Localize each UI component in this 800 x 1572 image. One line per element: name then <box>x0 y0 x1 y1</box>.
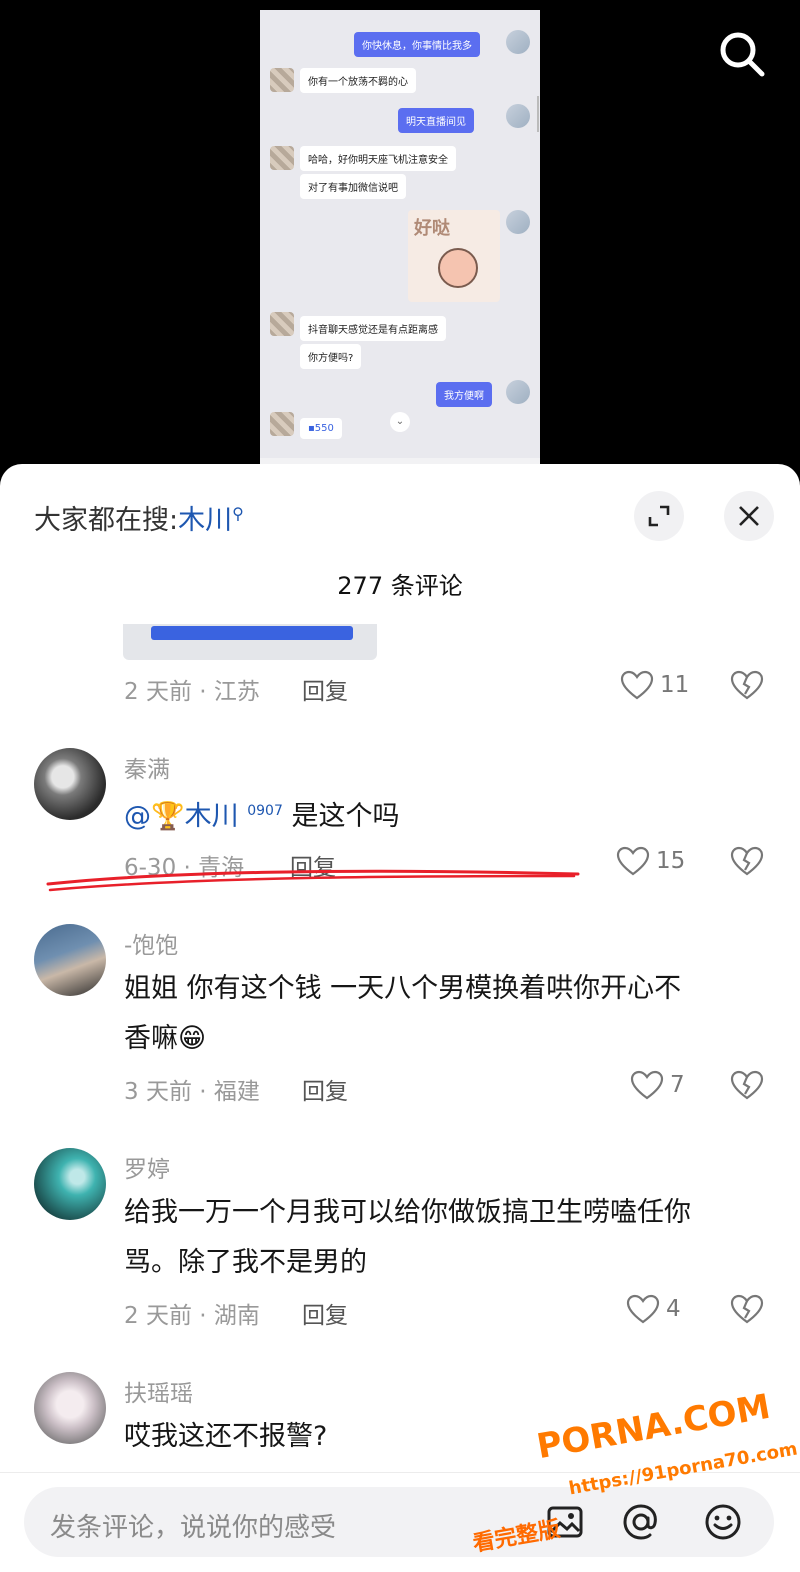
like-button[interactable]: 4 <box>626 1294 681 1324</box>
avatar[interactable] <box>34 1148 106 1220</box>
chat-message: 我方便啊 <box>436 382 492 407</box>
chat-screenshot: 你快休息，你事情比我多 你有一个放荡不羁的心 明天直播间见 哈哈，好你明天座飞机… <box>260 10 540 470</box>
avatar <box>270 412 294 436</box>
like-count: 15 <box>656 848 686 874</box>
dislike-button[interactable] <box>730 670 764 704</box>
comment-text: 哎我这还不报警? <box>124 1421 328 1452</box>
comment-username[interactable]: 扶瑶瑶 <box>124 1374 193 1408</box>
like-count: 11 <box>660 672 690 698</box>
like-count: 7 <box>670 1072 685 1098</box>
chevron-down-icon: ⌄ <box>390 412 410 432</box>
search-icon: ⚲ <box>232 504 244 523</box>
like-count: 4 <box>666 1296 681 1322</box>
comment-input-bar: 发条评论，说说你的感受 <box>0 1472 800 1572</box>
image-content <box>151 626 353 640</box>
avatar <box>270 146 294 170</box>
scrollbar <box>537 96 539 132</box>
avatar <box>506 30 530 54</box>
emoji-icon <box>705 1504 741 1540</box>
comment-meta: 3 天前 · 福建 <box>124 1079 260 1105</box>
like-button[interactable]: 7 <box>630 1070 685 1100</box>
reply-button[interactable]: 回复 <box>302 1296 348 1330</box>
mention-tag: 0907 <box>247 803 283 819</box>
reply-button[interactable]: 回复 <box>302 1072 348 1106</box>
dislike-button[interactable] <box>730 1294 764 1328</box>
sticker-text: 好哒 <box>414 218 450 239</box>
reply-button[interactable]: 回复 <box>290 848 336 882</box>
video-area[interactable]: 你快休息，你事情比我多 你有一个放荡不羁的心 明天直播间见 哈哈，好你明天座飞机… <box>0 0 800 470</box>
broken-heart-icon <box>730 846 764 876</box>
broken-heart-icon <box>730 1294 764 1324</box>
comment-image[interactable] <box>123 624 377 660</box>
like-button[interactable]: 11 <box>620 670 689 700</box>
reply-button[interactable]: 回复 <box>302 672 348 706</box>
comment-text: 香嘛😁 <box>124 1023 207 1054</box>
comment-sheet: 大家都在搜:木川⚲ 277 条评论 2 天前 · 江苏 回复 11 秦满 @🏆木… <box>0 464 800 1572</box>
avatar <box>270 312 294 336</box>
comment-count: 277 条评论 <box>337 572 463 600</box>
avatar[interactable] <box>34 748 106 820</box>
image-picker-button[interactable] <box>544 1501 586 1543</box>
chat-message: ▪550 <box>300 418 342 439</box>
avatar <box>506 104 530 128</box>
trending-search[interactable]: 大家都在搜:木川⚲ <box>34 498 244 537</box>
chat-message: 对了有事加微信说吧 <box>300 174 406 199</box>
comment-username[interactable]: 秦满 <box>124 750 170 784</box>
dislike-button[interactable] <box>730 1070 764 1104</box>
trending-keyword[interactable]: 木川 <box>178 505 232 536</box>
broken-heart-icon <box>730 670 764 700</box>
heart-icon <box>630 1070 664 1100</box>
sticker-face <box>438 248 478 288</box>
comment-text: @🏆木川 0907 是这个吗 <box>124 789 399 839</box>
comment-meta: 2 天前 · 湖南 <box>124 1303 260 1329</box>
dislike-button[interactable] <box>730 846 764 880</box>
comment-username[interactable]: 罗婷 <box>124 1150 170 1184</box>
chat-message: 明天直播间见 <box>398 108 474 133</box>
comment-text: 给我一万一个月我可以给你做饭搞卫生唠嗑任你 <box>124 1197 691 1228</box>
avatar <box>506 210 530 234</box>
chat-message: 哈哈，好你明天座飞机注意安全 <box>300 146 456 171</box>
image-icon <box>547 1506 583 1538</box>
heart-icon <box>626 1294 660 1324</box>
mention-link[interactable]: @🏆木川 <box>124 801 239 832</box>
avatar <box>506 380 530 404</box>
close-icon <box>739 506 759 526</box>
sticker-image: 好哒 <box>408 210 500 302</box>
expand-button[interactable] <box>634 491 684 541</box>
at-icon <box>623 1504 657 1540</box>
comment-input[interactable]: 发条评论，说说你的感受 <box>24 1487 774 1557</box>
broken-heart-icon <box>730 1070 764 1100</box>
comment-text-body: 是这个吗 <box>291 801 400 832</box>
search-button[interactable] <box>716 28 768 80</box>
comment-input-placeholder: 发条评论，说说你的感受 <box>50 1513 337 1543</box>
chat-message: 抖音聊天感觉还是有点距离感 <box>300 316 446 341</box>
chat-message: 你方便吗? <box>300 344 362 369</box>
mention-button[interactable] <box>620 1501 662 1543</box>
chat-message: 你有一个放荡不羁的心 <box>300 68 416 93</box>
comment-username[interactable]: -饱饱 <box>124 926 178 960</box>
comment-text: 骂。除了我不是男的 <box>124 1247 367 1278</box>
trending-prefix: 大家都在搜: <box>34 505 179 536</box>
emoji-button[interactable] <box>702 1501 744 1543</box>
search-icon <box>720 32 765 77</box>
avatar[interactable] <box>34 1372 106 1444</box>
heart-icon <box>620 670 654 700</box>
comment-meta: 2 天前 · 江苏 <box>124 679 260 705</box>
comment-meta: 6-30 · 青海 <box>124 855 245 881</box>
close-button[interactable] <box>724 491 774 541</box>
comment-text: 姐姐 你有这个钱 一天八个男模换着哄你开心不 <box>124 973 682 1004</box>
avatar[interactable] <box>34 924 106 996</box>
chat-message: 你快休息，你事情比我多 <box>354 32 480 57</box>
avatar <box>270 68 294 92</box>
expand-icon <box>648 505 670 527</box>
heart-icon <box>616 846 650 876</box>
like-button[interactable]: 15 <box>616 846 685 876</box>
